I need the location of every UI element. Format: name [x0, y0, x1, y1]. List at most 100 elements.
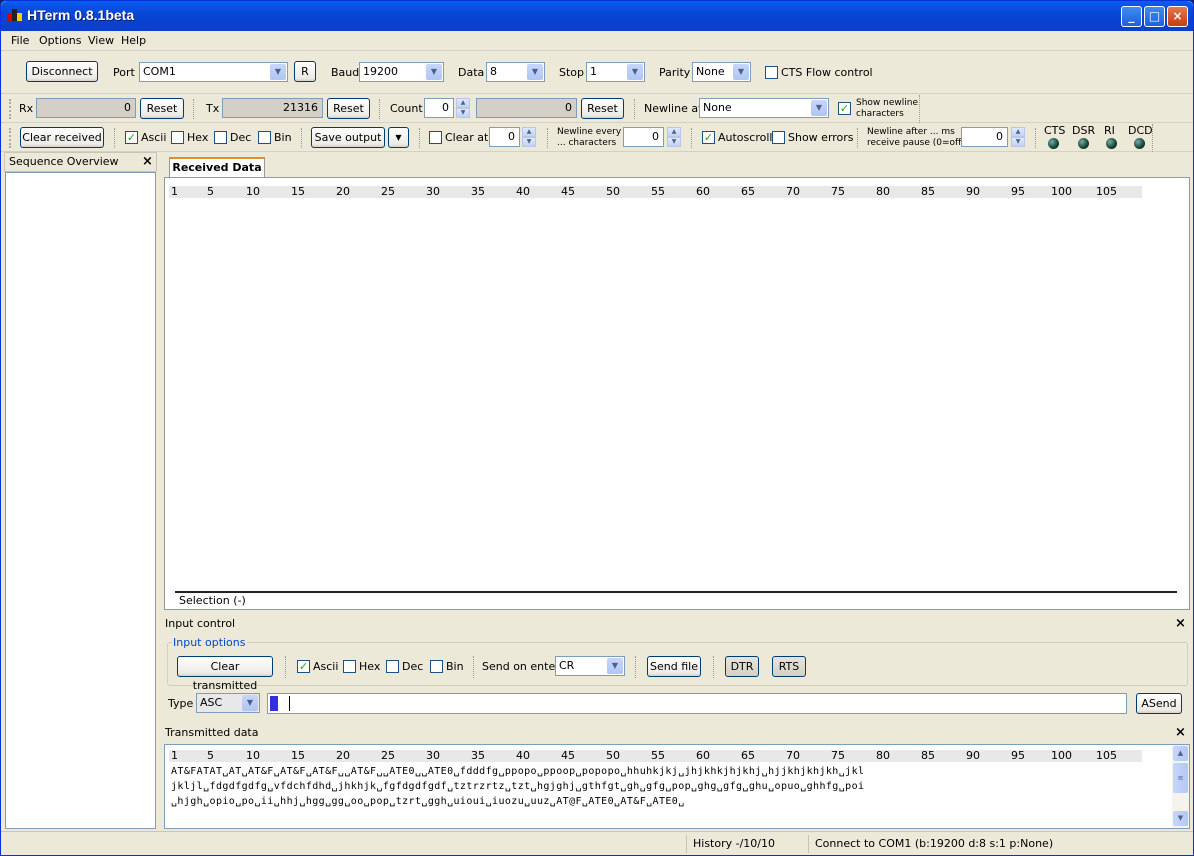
dtr-toggle-button[interactable]: DTR — [725, 656, 759, 677]
received-data-panel[interactable]: 1 5 10 15 20 25 30 35 40 45 50 55 60 65 … — [164, 177, 1190, 610]
show-errors-checkbox[interactable] — [772, 131, 785, 144]
show-newline-checkbox[interactable]: ✓ — [838, 102, 851, 115]
chevron-down-icon: ▼ — [242, 695, 258, 711]
count-spinner[interactable]: ▲ ▼ — [456, 98, 470, 118]
port-select[interactable]: COM1 ▼ — [139, 62, 288, 82]
menu-help[interactable]: Help — [121, 34, 146, 47]
dsr-led-icon — [1078, 138, 1089, 149]
scroll-up-icon[interactable]: ▲ — [1173, 746, 1188, 761]
send-file-button[interactable]: Send file — [647, 656, 701, 677]
window-title: HTerm 0.8.1beta — [27, 7, 135, 23]
status-bar: History -/10/10 Connect to COM1 (b:19200… — [1, 831, 1193, 855]
show-errors-label: Show errors — [788, 131, 854, 144]
clear-at-spinner[interactable]: ▲ ▼ — [522, 127, 536, 147]
clear-at-label: Clear at — [445, 131, 489, 144]
maximize-icon[interactable]: □ — [1144, 6, 1165, 27]
tab-received-data[interactable]: Received Data — [169, 157, 265, 177]
autoscroll-checkbox[interactable]: ✓ — [702, 131, 715, 144]
parity-select[interactable]: None ▼ — [692, 62, 751, 82]
baud-select[interactable]: 19200 ▼ — [359, 62, 444, 82]
input-ascii-label: Ascii — [313, 660, 339, 673]
newline-after-input[interactable]: 0 — [961, 127, 1008, 147]
newline-every-input[interactable]: 0 — [623, 127, 664, 147]
ascii-checkbox[interactable]: ✓ — [125, 131, 138, 144]
menu-options[interactable]: Options — [39, 34, 81, 47]
transmitted-data-header: Transmitted data × — [161, 724, 1191, 744]
sequence-overview-panel[interactable] — [5, 172, 156, 829]
bin-checkbox[interactable] — [258, 131, 271, 144]
hex-checkbox[interactable] — [171, 131, 184, 144]
app-window: HTerm 0.8.1beta _ □ × File Options View … — [0, 0, 1194, 856]
data-bits-select[interactable]: 8 ▼ — [486, 62, 545, 82]
menu-view[interactable]: View — [88, 34, 114, 47]
transmitted-data-title: Transmitted data — [165, 726, 259, 739]
chevron-down-icon: ▼ — [733, 64, 749, 80]
bin-label: Bin — [274, 131, 292, 144]
close-icon[interactable]: × — [1167, 6, 1188, 27]
refresh-ports-button[interactable]: R — [294, 61, 316, 82]
connection-toolbar: Disconnect Port COM1 ▼ R Baud 19200 ▼ Data… — [1, 52, 1193, 94]
clear-at-checkbox[interactable] — [429, 131, 442, 144]
clear-at-input[interactable]: 0 — [489, 127, 520, 147]
asend-button[interactable]: ASend — [1136, 693, 1182, 714]
disconnect-button[interactable]: Disconnect — [26, 61, 98, 82]
tx-label: Tx — [206, 102, 220, 115]
scroll-down-icon[interactable]: ▼ — [1173, 811, 1188, 826]
save-options-dropdown[interactable]: ▼ — [388, 127, 409, 148]
tx-reset-button[interactable]: Reset — [327, 98, 370, 119]
menu-file[interactable]: File — [11, 34, 29, 47]
close-icon[interactable]: × — [142, 155, 153, 168]
input-dec-label: Dec — [402, 660, 424, 673]
clear-transmitted-button[interactable]: Clear transmitted — [177, 656, 273, 692]
show-newline-label-1: Show newline — [856, 98, 918, 108]
close-icon[interactable]: × — [1175, 726, 1186, 739]
stop-bits-select[interactable]: 1 ▼ — [586, 62, 645, 82]
chevron-down-icon: ▼ — [527, 64, 543, 80]
title-bar[interactable]: HTerm 0.8.1beta _ □ × — [1, 1, 1193, 31]
rts-toggle-button[interactable]: RTS — [772, 656, 806, 677]
cts-flow-checkbox[interactable] — [765, 66, 778, 79]
save-output-button[interactable]: Save output — [311, 127, 385, 148]
show-newline-label-2: characters — [856, 109, 904, 119]
newline-every-spinner[interactable]: ▲ ▼ — [667, 127, 681, 147]
count-label: Count — [390, 102, 423, 115]
dsr-led-label: DSR — [1072, 124, 1096, 137]
count-input[interactable]: 0 — [424, 98, 454, 118]
dec-checkbox[interactable] — [214, 131, 227, 144]
clear-received-button[interactable]: Clear received — [20, 127, 104, 148]
cts-led-label: CTS — [1044, 124, 1066, 137]
input-ascii-checkbox[interactable]: ✓ — [297, 660, 310, 673]
send-input[interactable] — [267, 693, 1127, 714]
rx-count: 0 — [36, 98, 136, 118]
newline-every-label-1: Newline every — [557, 127, 622, 137]
input-cursor-marker — [270, 696, 278, 711]
transmitted-line: jkljl␣fdgdfgdfg␣vfdchfdhd␣jhkhjk␣fgfdgdf… — [171, 781, 865, 792]
port-label: Port — [113, 66, 135, 79]
data-bits-label: Data — [458, 66, 485, 79]
stop-bits-label: Stop — [559, 66, 585, 79]
newline-at-select[interactable]: None ▼ — [699, 98, 829, 118]
display-toolbar: Clear received ✓ Ascii Hex Dec Bin Save … — [1, 124, 1193, 152]
dcd-led-icon — [1134, 138, 1145, 149]
dcd-led-label: DCD — [1128, 124, 1153, 137]
text-caret — [289, 696, 290, 711]
scroll-thumb[interactable]: ≡ — [1173, 763, 1188, 793]
counters-toolbar: Rx 0 Reset Tx 21316 Reset Count 0 ▲ ▼ 0 R… — [1, 95, 1193, 123]
menu-bar: File Options View Help — [1, 31, 1193, 51]
rx-reset-button[interactable]: Reset — [140, 98, 184, 119]
transmitted-scrollbar[interactable]: ▲ ≡ ▼ — [1172, 745, 1189, 828]
input-dec-checkbox[interactable] — [386, 660, 399, 673]
input-hex-checkbox[interactable] — [343, 660, 356, 673]
minimize-icon[interactable]: _ — [1121, 6, 1142, 27]
input-control-header: Input control × — [161, 615, 1191, 635]
chevron-down-icon: ▼ — [607, 658, 623, 674]
chevron-down-icon: ▼ — [627, 64, 643, 80]
send-on-enter-select[interactable]: CR ▼ — [555, 656, 625, 676]
close-icon[interactable]: × — [1175, 617, 1186, 630]
type-select[interactable]: ASC ▼ — [196, 693, 260, 713]
newline-after-spinner[interactable]: ▲ ▼ — [1011, 127, 1025, 147]
received-ruler: 1 5 10 15 20 25 30 35 40 45 50 55 60 65 … — [169, 186, 1142, 198]
cts-led-icon — [1048, 138, 1059, 149]
input-bin-checkbox[interactable] — [430, 660, 443, 673]
count-reset-button[interactable]: Reset — [581, 98, 624, 119]
